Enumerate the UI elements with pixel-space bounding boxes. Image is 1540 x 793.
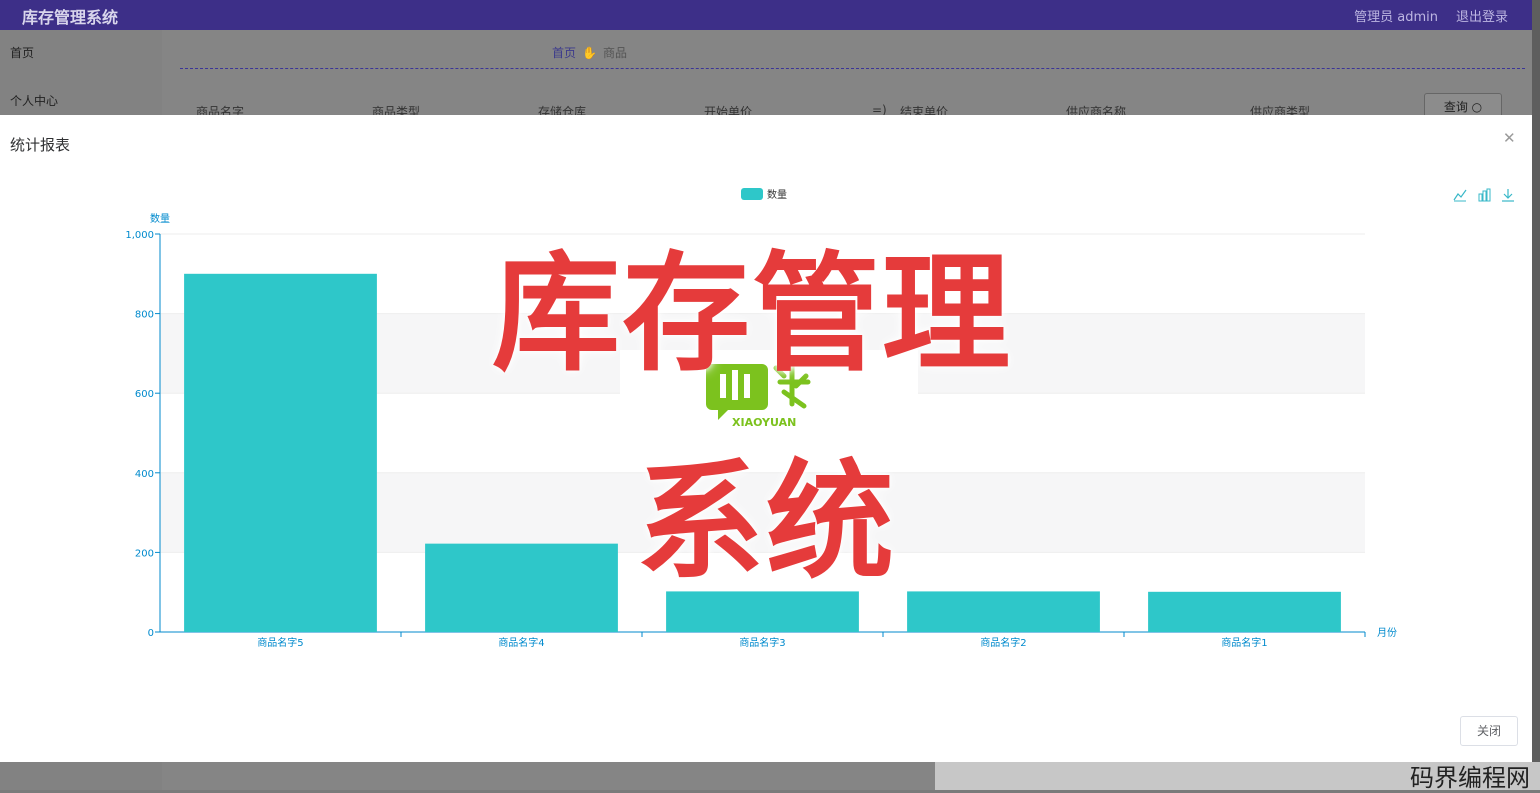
bar [907, 591, 1100, 632]
bar [1148, 591, 1341, 632]
legend-label: 数量 [767, 188, 787, 201]
x-axis-label: 月份 [1377, 627, 1397, 639]
user-info: 管理员 admin [1354, 10, 1438, 25]
close-icon[interactable]: ✕ [1503, 129, 1516, 147]
y-tick-label: 1,000 [125, 230, 154, 241]
watermark-title-line2: 系统 [636, 448, 897, 597]
legend-swatch [741, 188, 763, 200]
breadcrumb-home[interactable]: 首页 [552, 46, 576, 60]
x-tick-label: 商品名字5 [257, 636, 303, 649]
divider [180, 68, 1525, 69]
logout-link[interactable]: 退出登录 [1456, 6, 1508, 25]
close-button[interactable]: 关闭 [1460, 716, 1518, 746]
y-axis-label: 数量 [150, 212, 170, 225]
y-tick-label: 400 [135, 469, 154, 480]
x-tick-label: 商品名字1 [1221, 636, 1267, 649]
y-tick-label: 200 [135, 548, 154, 559]
breadcrumb: 首页 ✋ 商品 [552, 44, 627, 61]
y-tick-label: 600 [135, 389, 154, 400]
x-tick-label: 商品名字3 [739, 636, 785, 649]
dialog-title: 统计报表 [10, 136, 71, 154]
breadcrumb-current: 商品 [602, 46, 627, 60]
y-tick-label: 800 [135, 310, 154, 321]
top-bar: 库存管理系统 管理员 admin 退出登录 [0, 0, 1540, 30]
app-title: 库存管理系统 [22, 8, 119, 27]
bar [425, 543, 618, 632]
x-tick-label: 商品名字2 [980, 636, 1026, 649]
sidebar-item-profile[interactable]: 个人中心 [10, 92, 58, 109]
window-edge [1532, 0, 1540, 762]
search-icon: ○ [1471, 100, 1483, 114]
corner-brand: 码界编程网 [1410, 764, 1530, 792]
watermark-title-line1: 库存管理 [492, 240, 1013, 389]
breadcrumb-separator-icon: ✋ [582, 46, 597, 60]
sidebar-item-home[interactable]: 首页 [10, 44, 34, 61]
query-button-label: 查询 [1443, 100, 1468, 114]
bar [184, 273, 377, 632]
y-tick-label: 0 [148, 628, 154, 639]
x-tick-label: 商品名字4 [498, 636, 544, 649]
